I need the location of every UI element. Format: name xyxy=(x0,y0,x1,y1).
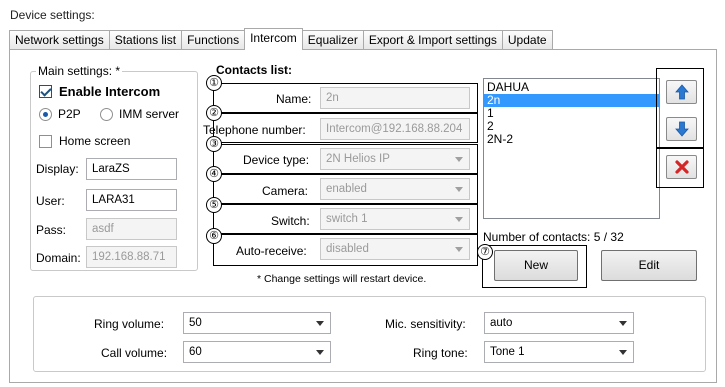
p2p-label: P2P xyxy=(58,107,81,121)
chevron-down-icon xyxy=(455,247,463,252)
marker-6: ⑥ xyxy=(206,228,222,244)
telephone-number-input[interactable]: Intercom@192.168.88.204 xyxy=(320,118,470,140)
device-type-label: Device type: xyxy=(243,153,310,167)
ring-tone-value: Tone 1 xyxy=(490,346,525,358)
telephone-number-label: Telephone number: xyxy=(203,123,306,137)
mic-sensitivity-label: Mic. sensitivity: xyxy=(385,317,466,331)
tab-bar: Network settings Stations list Functions… xyxy=(9,28,553,50)
tab-equalizer[interactable]: Equalizer xyxy=(301,30,364,50)
marker-2: ② xyxy=(206,105,222,121)
imm-server-radio[interactable] xyxy=(100,108,113,121)
switch-value: switch 1 xyxy=(326,213,368,225)
home-screen-label: Home screen xyxy=(59,134,131,148)
contacts-count: Number of contacts: 5 / 32 xyxy=(483,230,624,244)
ring-volume-label: Ring volume: xyxy=(94,317,165,331)
marker-3: ③ xyxy=(206,136,222,152)
move-up-button[interactable] xyxy=(666,80,697,104)
chevron-down-icon xyxy=(455,157,463,162)
chevron-down-icon xyxy=(455,187,463,192)
delete-x-icon xyxy=(674,160,689,174)
marker-1: ① xyxy=(206,75,222,91)
user-label: User: xyxy=(36,194,65,208)
call-volume-select[interactable]: 60 xyxy=(183,341,331,363)
name-input[interactable]: 2n xyxy=(320,87,470,109)
camera-value: enabled xyxy=(326,183,367,195)
tab-network-settings[interactable]: Network settings xyxy=(9,30,110,50)
chevron-down-icon xyxy=(619,321,627,326)
auto-receive-select[interactable]: disabled xyxy=(320,238,470,260)
marker-7: ⑦ xyxy=(477,244,493,260)
display-label: Display: xyxy=(36,162,79,176)
tab-stations-list[interactable]: Stations list xyxy=(108,30,183,50)
home-screen-checkbox[interactable] xyxy=(39,135,52,148)
switch-select[interactable]: switch 1 xyxy=(320,208,470,230)
window-title: Device settings: xyxy=(10,8,95,22)
auto-receive-label: Auto-receive: xyxy=(236,244,307,258)
ring-tone-label: Ring tone: xyxy=(413,346,468,360)
marker-5: ⑤ xyxy=(206,197,222,213)
chevron-down-icon xyxy=(619,350,627,355)
enable-intercom-checkbox[interactable] xyxy=(39,85,52,98)
switch-label: Switch: xyxy=(271,214,310,228)
device-type-value: 2N Helios IP xyxy=(326,153,390,165)
domain-label: Domain: xyxy=(36,251,81,265)
delete-button[interactable] xyxy=(666,155,697,179)
camera-label: Camera: xyxy=(262,184,309,198)
chevron-down-icon xyxy=(316,321,324,326)
new-button[interactable]: New xyxy=(494,250,578,281)
enable-intercom-label: Enable Intercom xyxy=(59,84,161,99)
camera-select[interactable]: enabled xyxy=(320,178,470,200)
pass-label: Pass: xyxy=(36,223,67,237)
ring-volume-value: 50 xyxy=(189,317,202,329)
edit-button[interactable]: Edit xyxy=(601,250,697,281)
contacts-listbox[interactable]: DAHUA 2n 1 2 2N-2 xyxy=(483,78,660,219)
arrow-down-icon xyxy=(674,121,689,137)
list-item[interactable]: 1 xyxy=(484,107,659,120)
chevron-down-icon xyxy=(455,217,463,222)
user-input[interactable]: LARA31 xyxy=(86,189,177,211)
auto-receive-value: disabled xyxy=(326,243,369,255)
domain-input[interactable]: 192.168.88.71 xyxy=(86,246,177,268)
display-input[interactable]: LaraZS xyxy=(86,158,177,180)
p2p-radio[interactable] xyxy=(39,108,52,121)
pass-input[interactable]: asdf xyxy=(86,218,177,240)
list-item[interactable]: 2n xyxy=(484,94,659,107)
arrow-up-icon xyxy=(674,84,689,100)
main-settings-title: Main settings: * xyxy=(36,64,123,78)
tab-export-import-settings[interactable]: Export & Import settings xyxy=(362,30,503,50)
ring-volume-select[interactable]: 50 xyxy=(183,312,331,334)
restart-note: * Change settings will restart device. xyxy=(257,273,427,285)
mic-sensitivity-select[interactable]: auto xyxy=(484,312,634,334)
tab-intercom[interactable]: Intercom xyxy=(244,28,303,50)
mic-sensitivity-value: auto xyxy=(490,317,513,329)
list-item[interactable]: DAHUA xyxy=(484,81,659,94)
chevron-down-icon xyxy=(316,350,324,355)
list-item[interactable]: 2N-2 xyxy=(484,133,659,146)
tab-update[interactable]: Update xyxy=(501,30,553,50)
move-down-button[interactable] xyxy=(666,117,697,141)
tab-functions[interactable]: Functions xyxy=(181,30,246,50)
name-label: Name: xyxy=(276,92,312,106)
ring-tone-select[interactable]: Tone 1 xyxy=(484,341,634,363)
marker-4: ④ xyxy=(206,166,222,182)
contacts-title: Contacts list: xyxy=(216,63,293,77)
imm-server-label: IMM server xyxy=(119,107,179,121)
device-type-select[interactable]: 2N Helios IP xyxy=(320,148,470,170)
call-volume-value: 60 xyxy=(189,346,202,358)
call-volume-label: Call volume: xyxy=(101,346,168,360)
